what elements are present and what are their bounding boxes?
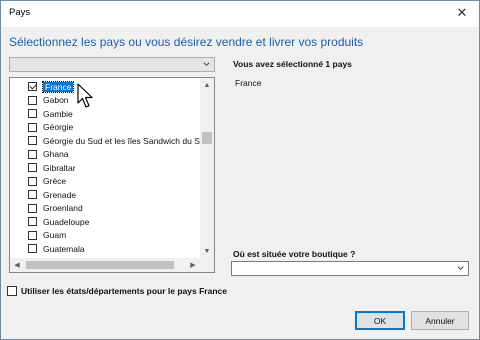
country-checkbox[interactable]: [28, 203, 37, 213]
chevron-down-icon: [203, 62, 210, 67]
country-list[interactable]: France Gabon Gambie Géorgie Géorgie du Sud e…: [9, 77, 215, 273]
scroll-down-icon[interactable]: ▼: [200, 245, 214, 257]
country-list-item[interactable]: Guadeloupe: [28, 215, 89, 228]
title-bar: Pays ✕: [1, 1, 479, 27]
country-checkbox[interactable]: [28, 190, 37, 199]
country-label: Géorgie: [43, 122, 74, 132]
horizontal-scroll-thumb[interactable]: [26, 261, 174, 269]
country-list-item[interactable]: Grenade: [28, 188, 76, 201]
country-checkbox[interactable]: [28, 136, 37, 145]
country-label: Groenland: [43, 203, 83, 213]
country-list-item[interactable]: Grèce: [28, 175, 66, 188]
country-label: Gibraltar: [43, 162, 76, 173]
page-heading: Sélectionnez les pays ou vous désirez ve…: [9, 35, 364, 49]
country-label: Guadeloupe: [43, 216, 90, 227]
country-label: Ghana: [43, 149, 69, 159]
scroll-right-icon[interactable]: ▶: [186, 258, 200, 272]
close-icon: ✕: [456, 5, 468, 20]
country-list-item[interactable]: France: [28, 80, 75, 93]
country-label: Grèce: [43, 176, 67, 186]
country-list-item[interactable]: Géorgie: [28, 121, 73, 134]
country-checkbox[interactable]: [28, 244, 37, 253]
close-button[interactable]: ✕: [445, 1, 479, 25]
scroll-up-icon[interactable]: ▲: [200, 79, 214, 91]
country-filter-combo[interactable]: [9, 57, 215, 72]
scroll-left-icon[interactable]: ◀: [10, 258, 24, 272]
country-list-item[interactable]: Géorgie du Sud et les îles Sandwich du S: [28, 134, 200, 147]
vertical-scroll-thumb[interactable]: [202, 132, 212, 144]
country-list-item[interactable]: Guam: [28, 229, 66, 242]
country-label: Gambie: [43, 108, 73, 119]
country-label: Géorgie du Sud et les îles Sandwich du S: [43, 135, 200, 146]
country-list-item[interactable]: Gambie: [28, 107, 73, 120]
country-checkbox[interactable]: [28, 217, 37, 226]
cancel-button[interactable]: Annuler: [411, 311, 469, 330]
mouse-pointer-icon: [77, 83, 93, 108]
country-checkbox[interactable]: [28, 95, 37, 105]
country-list-item[interactable]: Guatemala: [28, 242, 85, 255]
window-title: Pays: [9, 7, 31, 18]
states-option-row[interactable]: Utiliser les états/départements pour le …: [7, 286, 227, 296]
country-list-item[interactable]: Gabon: [28, 94, 69, 107]
country-checkbox[interactable]: [28, 109, 37, 118]
country-list-item[interactable]: Ghana: [28, 148, 69, 161]
ok-button[interactable]: OK: [355, 311, 405, 330]
dialog-window: Pays ✕ Sélectionnez les pays ou vous dés…: [0, 0, 480, 340]
vertical-scrollbar[interactable]: ▲ ▼: [200, 78, 214, 258]
country-label: Guatemala: [43, 243, 85, 254]
scrollbar-corner: [200, 258, 214, 272]
country-label: Grenade: [43, 189, 77, 200]
horizontal-scrollbar[interactable]: ◀ ▶: [10, 258, 214, 272]
country-list-item[interactable]: Groenland: [28, 202, 83, 215]
selected-country-entry: France: [235, 78, 262, 88]
shop-location-label: Où est située votre boutique ?: [233, 249, 356, 259]
country-checkbox[interactable]: [28, 149, 37, 159]
shop-location-combo[interactable]: [231, 261, 469, 276]
country-list-item[interactable]: Gibraltar: [28, 161, 76, 174]
country-label: France: [41, 80, 75, 93]
country-checkbox[interactable]: [28, 122, 37, 132]
states-option-label: Utiliser les états/départements pour le …: [21, 286, 227, 296]
country-checkbox[interactable]: [28, 176, 37, 186]
country-checkbox[interactable]: [28, 163, 37, 172]
states-checkbox[interactable]: [7, 286, 17, 296]
chevron-down-icon: [457, 266, 464, 271]
country-label: Guam: [43, 230, 67, 240]
country-label: Gabon: [43, 95, 69, 105]
country-checkbox[interactable]: [28, 230, 37, 240]
selection-summary-title: Vous avez sélectionné 1 pays: [233, 59, 352, 69]
country-checkbox[interactable]: [28, 82, 37, 91]
